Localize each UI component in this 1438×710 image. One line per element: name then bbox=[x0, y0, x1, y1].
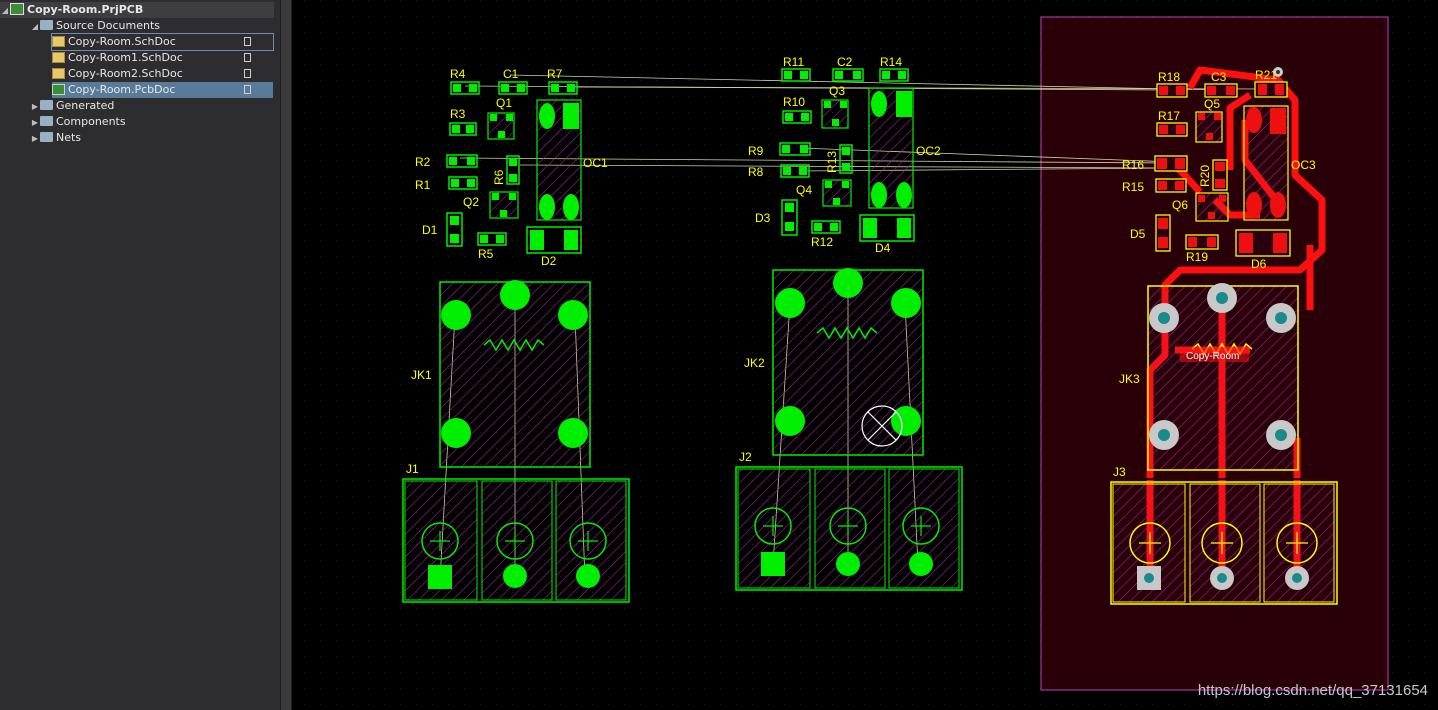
designator-label: JK3 bbox=[1119, 372, 1140, 386]
project-label: Copy-Room.PrjPCB bbox=[27, 3, 144, 16]
schematic-doc-icon bbox=[52, 35, 65, 47]
expand-arrow-icon[interactable]: ▶ bbox=[30, 131, 40, 147]
oc1-pad bbox=[539, 194, 555, 220]
collapse-arrow-icon[interactable]: ◢ bbox=[0, 3, 10, 19]
designator-label: C2 bbox=[837, 55, 853, 69]
designator-label: D5 bbox=[1130, 227, 1146, 241]
folder-label: Nets bbox=[56, 131, 82, 144]
oc1-pad bbox=[563, 194, 579, 220]
designator-label: C3 bbox=[1211, 70, 1227, 84]
designator-label: R21 bbox=[1255, 68, 1277, 82]
designator-label: JK1 bbox=[411, 368, 432, 382]
designator-label: R3 bbox=[450, 107, 466, 121]
designator-label: R1 bbox=[415, 178, 431, 192]
designator-label: OC3 bbox=[1291, 158, 1316, 172]
j1-footprint[interactable] bbox=[402, 478, 630, 603]
designator-label: R11 bbox=[783, 55, 804, 69]
pcb-doc-icon bbox=[52, 83, 65, 95]
expand-arrow-icon[interactable]: ▶ bbox=[30, 99, 40, 115]
document-status-icon bbox=[244, 53, 251, 62]
j3-footprint[interactable] bbox=[1110, 481, 1338, 605]
project-item[interactable]: ◢ Copy-Room.PrjPCB bbox=[0, 2, 274, 18]
designator-label: D2 bbox=[541, 254, 557, 268]
tree-folder-source-documents[interactable]: ◢ Source Documents bbox=[30, 18, 160, 34]
schematic-doc-icon bbox=[52, 67, 65, 79]
folder-icon bbox=[40, 20, 53, 30]
designator-label: J2 bbox=[739, 450, 752, 464]
designator-label: R8 bbox=[748, 165, 764, 179]
designator-label: R19 bbox=[1186, 250, 1208, 264]
schematic-doc-icon bbox=[52, 51, 65, 63]
document-status-icon bbox=[244, 37, 251, 46]
folder-icon bbox=[40, 132, 53, 142]
pcb-project-icon bbox=[10, 3, 24, 15]
designator-label: R9 bbox=[748, 144, 764, 158]
oc1-pad bbox=[539, 103, 555, 129]
designator-label: OC1 bbox=[583, 156, 608, 170]
designator-label: R14 bbox=[880, 55, 902, 69]
tree-folder-generated[interactable]: ▶ Generated bbox=[30, 98, 114, 114]
designator-label: R7 bbox=[547, 67, 563, 81]
designator-label: R17 bbox=[1158, 109, 1180, 123]
designator-label: R10 bbox=[783, 95, 805, 109]
tree-document-copy-room2-schdoc[interactable]: Copy-Room2.SchDoc bbox=[52, 66, 273, 82]
pcb-editor-canvas[interactable]: R4 C1 R7 R3 Q1 R2 R1 R6 OC1 Q2 D1 R5 D2 … bbox=[292, 0, 1438, 710]
folder-icon bbox=[40, 116, 53, 126]
expand-arrow-icon[interactable]: ▶ bbox=[30, 115, 40, 131]
oc1-pad bbox=[563, 103, 579, 129]
designator-label: R13 bbox=[825, 151, 839, 173]
designator-label: JK2 bbox=[744, 356, 765, 370]
tree-folder-nets[interactable]: ▶ Nets bbox=[30, 130, 81, 146]
room-name-label: Copy-Room bbox=[1186, 351, 1239, 362]
designator-label: Q1 bbox=[496, 96, 512, 110]
designator-label: R18 bbox=[1158, 70, 1180, 84]
document-label: Copy-Room.SchDoc bbox=[68, 35, 176, 48]
document-status-icon bbox=[244, 85, 251, 94]
folder-icon bbox=[40, 100, 53, 110]
designator-label: R12 bbox=[811, 235, 833, 249]
document-status-icon bbox=[244, 69, 251, 78]
designator-label: Q4 bbox=[796, 183, 812, 197]
designator-label: R15 bbox=[1122, 180, 1144, 194]
tree-document-copy-room-schdoc[interactable]: Copy-Room.SchDoc bbox=[51, 33, 274, 51]
designator-label: D4 bbox=[875, 241, 891, 255]
collapse-arrow-icon[interactable]: ◢ bbox=[30, 19, 40, 35]
designator-label: J3 bbox=[1113, 465, 1126, 479]
document-label: Copy-Room1.SchDoc bbox=[68, 51, 183, 64]
designator-label: R4 bbox=[450, 67, 466, 81]
designator-label: Q6 bbox=[1172, 198, 1188, 212]
oc2-pad bbox=[871, 182, 887, 208]
panel-splitter[interactable] bbox=[280, 0, 292, 710]
designator-label: OC2 bbox=[916, 144, 941, 158]
oc2-pad bbox=[896, 91, 912, 117]
designator-label: R20 bbox=[1198, 165, 1212, 187]
designator-label: Q5 bbox=[1204, 97, 1220, 111]
designator-label: D1 bbox=[422, 223, 438, 237]
projects-panel: ◢ Copy-Room.PrjPCB ◢ Source Documents Copy… bbox=[0, 0, 280, 710]
oc2-pad bbox=[871, 91, 887, 117]
designator-label: R6 bbox=[492, 169, 506, 185]
designator-label: C1 bbox=[503, 67, 519, 81]
document-label: Copy-Room.PcbDoc bbox=[68, 83, 176, 96]
document-label: Copy-Room2.SchDoc bbox=[68, 67, 183, 80]
tree-folder-components[interactable]: ▶ Components bbox=[30, 114, 126, 130]
oc2-pad bbox=[896, 182, 912, 208]
designator-label: J1 bbox=[406, 462, 419, 476]
j2-footprint[interactable] bbox=[735, 466, 963, 591]
designator-label: R16 bbox=[1122, 158, 1144, 172]
designator-label: D6 bbox=[1251, 257, 1267, 271]
folder-label: Source Documents bbox=[56, 19, 160, 32]
designator-label: R5 bbox=[478, 247, 494, 261]
designator-label: Q2 bbox=[463, 195, 479, 209]
folder-label: Generated bbox=[56, 99, 115, 112]
folder-label: Components bbox=[56, 115, 126, 128]
designator-label: D3 bbox=[755, 211, 771, 225]
tree-document-copy-room1-schdoc[interactable]: Copy-Room1.SchDoc bbox=[52, 50, 273, 66]
designator-label: Q3 bbox=[829, 84, 845, 98]
tree-document-copy-room-pcbdoc[interactable]: Copy-Room.PcbDoc bbox=[52, 82, 273, 98]
watermark-text: https://blog.csdn.net/qq_37131654 bbox=[1197, 682, 1428, 699]
designator-label: R2 bbox=[415, 155, 431, 169]
